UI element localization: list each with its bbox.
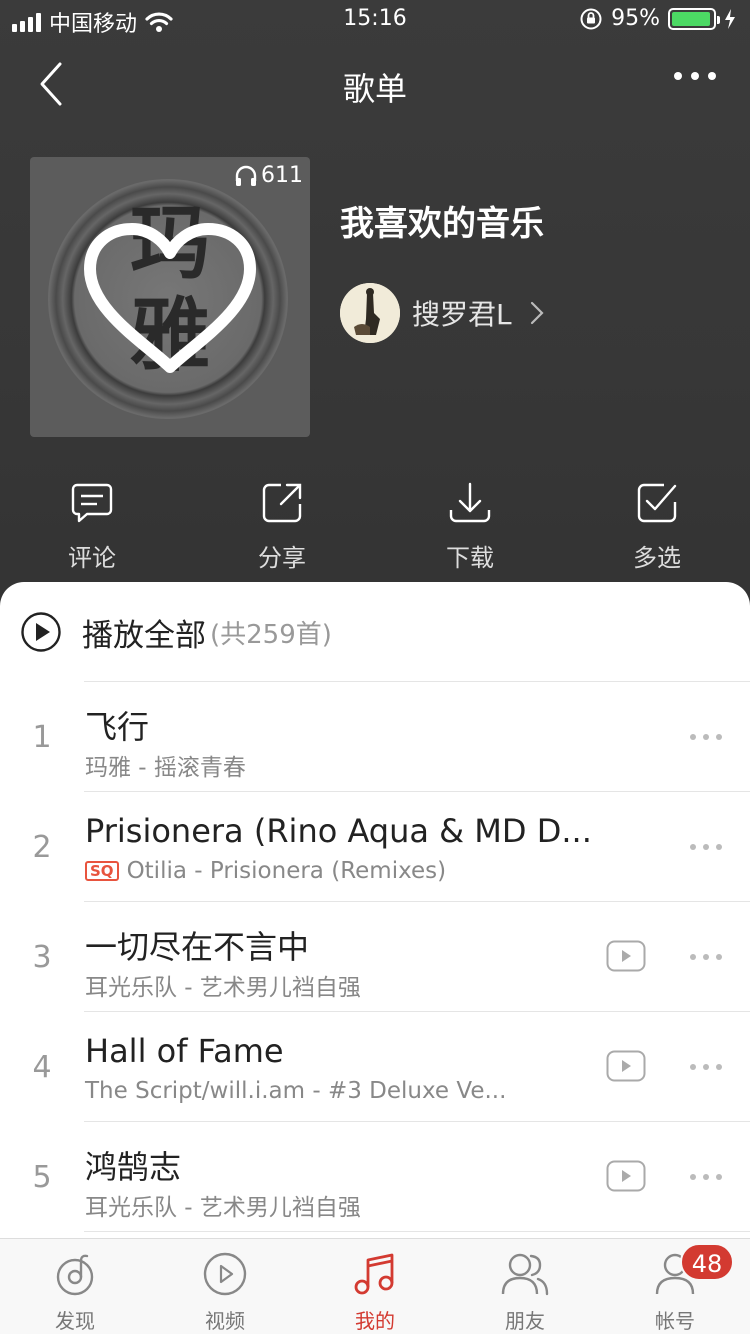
action-bar: 评论 分享 下载 多选: [0, 480, 750, 573]
song-subtitle: SQ Otilia - Prisionera (Remixes): [85, 858, 446, 884]
download-icon: [449, 482, 491, 523]
song-artist-album: The Script/will.i.am - #3 Deluxe Ve...: [85, 1078, 507, 1104]
battery-icon: [668, 7, 720, 30]
tab-my-music[interactable]: 我的: [300, 1239, 450, 1334]
headphones-icon: [235, 165, 257, 186]
tab-label: 帐号: [655, 1309, 695, 1333]
tab-account[interactable]: 帐号 48: [600, 1239, 750, 1334]
song-title: 飞行: [85, 708, 150, 746]
play-count-value: 611: [261, 163, 303, 188]
tab-label: 朋友: [505, 1309, 545, 1333]
song-index: 2: [32, 830, 52, 865]
comment-button[interactable]: 评论: [32, 480, 152, 573]
song-total: (共259首): [210, 619, 332, 650]
song-index: 3: [32, 940, 52, 975]
music-note-icon: [354, 1253, 394, 1295]
playlist-cover[interactable]: 玛雅: [30, 157, 310, 437]
creator-link[interactable]: 搜罗君L: [340, 283, 544, 343]
rotation-lock-icon: [580, 8, 602, 29]
download-button[interactable]: 下载: [410, 480, 530, 573]
nav-bar: 歌单: [0, 48, 750, 120]
song-row[interactable]: 1 飞行 玛雅 - 摇滚青春: [0, 682, 750, 792]
song-row[interactable]: 4 Hall of Fame The Script/will.i.am - #3…: [0, 1012, 750, 1122]
song-subtitle: 耳光乐队 - 艺术男儿裆自强: [85, 968, 361, 1002]
tab-video[interactable]: 视频: [150, 1239, 300, 1334]
divider: [84, 1231, 750, 1232]
song-row[interactable]: 3 一切尽在不言中 耳光乐队 - 艺术男儿裆自强: [0, 902, 750, 1012]
song-index: 4: [32, 1050, 52, 1085]
friends-icon: [501, 1253, 549, 1296]
creator-avatar: [340, 283, 400, 343]
tab-bar: 发现 视频 我的 朋友 帐号 48: [0, 1238, 750, 1334]
status-bar: 中国移动 15:16 95%: [0, 0, 750, 40]
song-title: Hall of Fame: [85, 1032, 284, 1070]
song-title: Prisionera (Rino Aqua & MD D...: [85, 812, 592, 850]
share-label: 分享: [258, 544, 306, 572]
share-icon: [262, 483, 302, 523]
share-button[interactable]: 分享: [222, 480, 342, 573]
playlist-header: 中国移动 15:16 95% 歌单 玛雅 611 我喜欢的音乐 搜罗君L 评论 …: [0, 0, 750, 620]
song-artist-album: 耳光乐队 - 艺术男儿裆自强: [85, 1195, 361, 1221]
discover-icon: [56, 1254, 94, 1296]
heart-icon: [84, 223, 256, 373]
tab-friends[interactable]: 朋友: [450, 1239, 600, 1334]
song-list: 播放全部 (共259首) 1 飞行 玛雅 - 摇滚青春 2 Prisionera…: [0, 582, 750, 1238]
mv-play-icon[interactable]: [606, 1160, 646, 1192]
song-artist-album: 玛雅 - 摇滚青春: [85, 755, 246, 781]
song-row[interactable]: 2 Prisionera (Rino Aqua & MD D... SQ Oti…: [0, 792, 750, 902]
mv-play-icon[interactable]: [606, 940, 646, 972]
song-more-icon[interactable]: [690, 844, 722, 850]
play-count: 611: [234, 163, 303, 188]
chevron-right-icon: [530, 301, 544, 325]
play-all-label: 播放全部: [82, 617, 206, 654]
notification-badge: 48: [680, 1243, 734, 1281]
battery-percent: 95%: [611, 6, 660, 31]
song-index: 5: [32, 1160, 52, 1195]
more-icon[interactable]: [674, 72, 716, 80]
download-label: 下载: [446, 544, 494, 572]
play-circle-icon: [21, 612, 61, 652]
tab-discover[interactable]: 发现: [0, 1239, 150, 1334]
play-all-button[interactable]: 播放全部 (共259首): [20, 610, 332, 654]
song-artist-album: Otilia - Prisionera (Remixes): [126, 858, 447, 884]
song-more-icon[interactable]: [690, 734, 722, 740]
playlist-name: 我喜欢的音乐: [340, 204, 544, 244]
song-subtitle: 玛雅 - 摇滚青春: [85, 748, 246, 782]
song-more-icon[interactable]: [690, 1064, 722, 1070]
page-title: 歌单: [342, 70, 407, 108]
song-more-icon[interactable]: [690, 954, 722, 960]
multi-select-icon: [637, 483, 677, 523]
comment-icon: [71, 483, 113, 523]
creator-name: 搜罗君L: [412, 298, 512, 331]
song-title: 鸿鹄志: [85, 1148, 182, 1186]
tab-label: 发现: [55, 1309, 95, 1333]
tab-label: 我的: [355, 1309, 395, 1333]
song-subtitle: The Script/will.i.am - #3 Deluxe Ve...: [85, 1078, 506, 1104]
song-artist-album: 耳光乐队 - 艺术男儿裆自强: [85, 975, 361, 1001]
song-subtitle: 耳光乐队 - 艺术男儿裆自强: [85, 1188, 361, 1222]
video-icon: [203, 1252, 247, 1296]
multi-select-button[interactable]: 多选: [597, 480, 717, 573]
sq-badge: SQ: [85, 861, 119, 881]
song-index: 1: [32, 720, 52, 755]
song-row[interactable]: 5 鸿鹄志 耳光乐队 - 艺术男儿裆自强: [0, 1122, 750, 1232]
song-title: 一切尽在不言中: [85, 928, 310, 966]
comment-label: 评论: [68, 544, 116, 572]
charging-icon: [725, 8, 735, 29]
song-more-icon[interactable]: [690, 1174, 722, 1180]
multi-select-label: 多选: [633, 544, 681, 572]
mv-play-icon[interactable]: [606, 1050, 646, 1082]
tab-label: 视频: [205, 1309, 245, 1333]
